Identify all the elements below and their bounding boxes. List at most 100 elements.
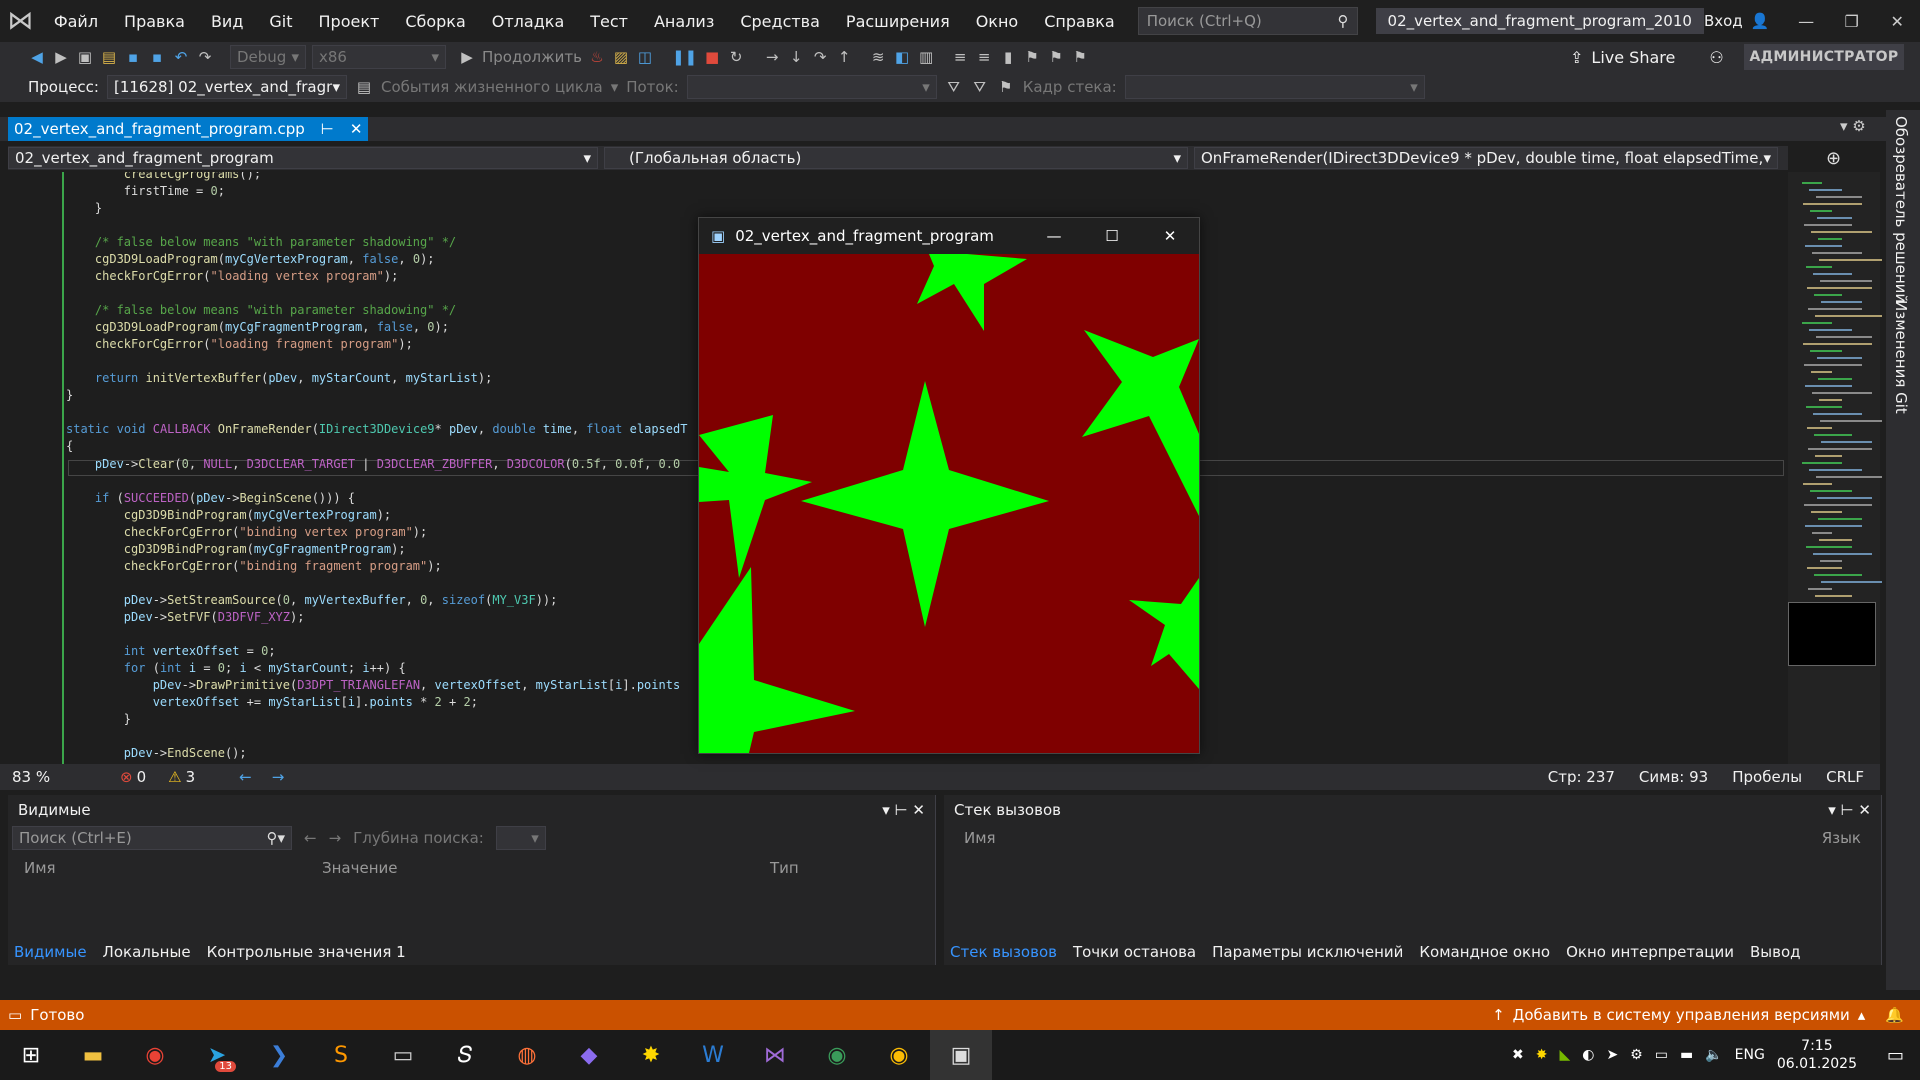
- step-out-icon[interactable]: ↑: [835, 48, 853, 66]
- menu-debug[interactable]: Отладка: [479, 12, 577, 31]
- code-line[interactable]: pDev->Clear(0, NULL, D3DCLEAR_TARGET | D…: [66, 456, 680, 473]
- feedback-icon[interactable]: ⚇: [1709, 48, 1723, 67]
- render-canvas[interactable]: [699, 254, 1199, 753]
- file-explorer-icon[interactable]: ▬: [62, 1030, 124, 1080]
- col-name[interactable]: Имя: [8, 859, 322, 877]
- chrome-icon[interactable]: ◉: [868, 1030, 930, 1080]
- menu-extensions[interactable]: Расширения: [833, 12, 963, 31]
- tab-call-stack[interactable]: Стек вызовов: [944, 943, 1063, 961]
- obsidian-icon[interactable]: ◆: [558, 1030, 620, 1080]
- search-forward-icon[interactable]: →: [329, 829, 342, 847]
- back-icon[interactable]: ◀: [28, 48, 46, 66]
- menu-test[interactable]: Тест: [577, 12, 641, 31]
- restore-button[interactable]: ❐: [1829, 0, 1875, 42]
- code-line[interactable]: vertexOffset += myStarList[i].points * 2…: [66, 694, 478, 711]
- hot-reload-icon[interactable]: ♨: [588, 48, 606, 66]
- running-app-icon[interactable]: ▣: [930, 1030, 992, 1080]
- config-select[interactable]: Debug ▾: [230, 45, 306, 69]
- pause-icon[interactable]: ❚❚: [672, 48, 697, 66]
- menu-file[interactable]: Файл: [41, 12, 111, 31]
- line-ending[interactable]: CRLF: [1826, 768, 1864, 786]
- code-line[interactable]: }: [66, 200, 102, 217]
- terminal-icon[interactable]: ▭: [372, 1030, 434, 1080]
- step-into-icon[interactable]: ↓: [787, 48, 805, 66]
- powershell-icon[interactable]: ❯: [248, 1030, 310, 1080]
- forward-icon[interactable]: ▶: [52, 48, 70, 66]
- bookmark-next-icon[interactable]: ⚑: [1047, 48, 1065, 66]
- code-line[interactable]: checkForCgError("binding vertex program"…: [66, 524, 427, 541]
- firefox-icon[interactable]: ◍: [496, 1030, 558, 1080]
- bookmark-clear-icon[interactable]: ⚑: [1071, 48, 1089, 66]
- chrome-dev-icon[interactable]: ◉: [806, 1030, 868, 1080]
- stackframe-select[interactable]: ▾: [1124, 75, 1425, 99]
- error-count[interactable]: 0: [137, 768, 147, 786]
- code-line[interactable]: return initVertexBuffer(pDev, myStarCoun…: [66, 370, 492, 387]
- line-number[interactable]: Стр: 237: [1548, 768, 1615, 786]
- member-select[interactable]: OnFrameRender(IDirect3DDevice9 * pDev, d…: [1194, 147, 1778, 169]
- outdent-icon[interactable]: ≡: [975, 48, 993, 66]
- scope-select[interactable]: (Глобальная область) ▾: [604, 147, 1188, 169]
- notifications-icon[interactable]: 🔔: [1885, 1006, 1904, 1024]
- threads-icon[interactable]: ≋: [869, 48, 887, 66]
- code-line[interactable]: static void CALLBACK OnFrameRender(IDire…: [66, 421, 687, 438]
- project-select[interactable]: 02_vertex_and_fragment_program ▾: [8, 147, 598, 169]
- code-line[interactable]: checkForCgError("binding fragment progra…: [66, 558, 442, 575]
- menu-analyze[interactable]: Анализ: [641, 12, 727, 31]
- chrome-icon[interactable]: ◉: [124, 1030, 186, 1080]
- app-window-titlebar[interactable]: ▣ 02_vertex_and_fragment_program — ☐ ✕: [699, 218, 1199, 254]
- panel-controls-icon[interactable]: ▾ ⊢ ✕: [882, 801, 925, 819]
- code-line[interactable]: {: [66, 438, 73, 455]
- notification-center-icon[interactable]: ▭: [1887, 1045, 1904, 1066]
- restart-icon[interactable]: ↻: [727, 48, 745, 66]
- column-number[interactable]: Симв: 93: [1639, 768, 1708, 786]
- flag-icon[interactable]: ⚑: [997, 78, 1015, 96]
- code-line[interactable]: /* false below means "with parameter sha…: [66, 302, 456, 319]
- app-maximize-button[interactable]: ☐: [1083, 227, 1141, 245]
- locate-icon[interactable]: ◧: [893, 48, 911, 66]
- menu-build[interactable]: Сборка: [392, 12, 478, 31]
- input-language[interactable]: ENG: [1735, 1047, 1765, 1063]
- filter-clear-icon[interactable]: ⛛: [971, 78, 989, 96]
- tab-solution-explorer[interactable]: Обозреватель решений: [1892, 116, 1910, 303]
- indent-icon[interactable]: ≡: [951, 48, 969, 66]
- process-select[interactable]: [11628] 02_vertex_and_fragment_p▾: [106, 75, 347, 99]
- indentation-mode[interactable]: Пробелы: [1732, 768, 1802, 786]
- sublime-icon[interactable]: S: [310, 1030, 372, 1080]
- menu-edit[interactable]: Правка: [111, 12, 198, 31]
- output-icon[interactable]: ▭: [8, 1006, 22, 1024]
- menu-git[interactable]: Git: [256, 12, 305, 31]
- bookmark-icon[interactable]: ▮: [999, 48, 1017, 66]
- save-all-icon[interactable]: ▪: [148, 48, 166, 66]
- menu-window[interactable]: Окно: [963, 12, 1032, 31]
- tab-overflow-icon[interactable]: ▾ ⚙: [1840, 117, 1866, 135]
- battery-icon[interactable]: ▬: [1680, 1047, 1693, 1063]
- minimize-button[interactable]: —: [1783, 0, 1829, 42]
- lifecycle-events[interactable]: События жизненного цикла: [381, 78, 603, 96]
- tray-telegram-icon[interactable]: ➤: [1606, 1047, 1618, 1063]
- tab-immediate-window[interactable]: Окно интерпретации: [1560, 943, 1740, 961]
- redo-icon[interactable]: ↷: [196, 48, 214, 66]
- tab-command-window[interactable]: Командное окно: [1413, 943, 1556, 961]
- sign-in[interactable]: Вход 👤: [1704, 12, 1783, 30]
- code-line[interactable]: cgD3D9BindProgram(myCgFragmentProgram);: [66, 541, 406, 558]
- menu-tools[interactable]: Средства: [727, 12, 833, 31]
- code-line[interactable]: pDev->DrawPrimitive(D3DPT_TRIANGLEFAN, v…: [66, 677, 680, 694]
- network-icon[interactable]: ▭: [1655, 1047, 1668, 1063]
- close-button[interactable]: ✕: [1874, 0, 1920, 42]
- menu-help[interactable]: Справка: [1031, 12, 1128, 31]
- open-folder-icon[interactable]: ▤: [100, 48, 118, 66]
- minimap-viewport[interactable]: [1788, 602, 1876, 666]
- columns-icon[interactable]: ▥: [917, 48, 935, 66]
- tab-watch-1[interactable]: Контрольные значения 1: [201, 943, 412, 961]
- search-back-icon[interactable]: ←: [304, 829, 317, 847]
- bookmark-prev-icon[interactable]: ⚑: [1023, 48, 1041, 66]
- code-line[interactable]: checkForCgError("loading fragment progra…: [66, 336, 413, 353]
- code-line[interactable]: createCgPrograms();: [66, 172, 261, 183]
- telegram-icon[interactable]: ➤ 13: [186, 1030, 248, 1080]
- steam-icon[interactable]: ⚙: [1630, 1047, 1643, 1063]
- burst-app-icon[interactable]: ✸: [620, 1030, 682, 1080]
- pin-icon[interactable]: ⊢: [321, 120, 334, 138]
- menu-project[interactable]: Проект: [306, 12, 393, 31]
- explorer-icon[interactable]: ▨: [612, 48, 630, 66]
- app-window[interactable]: ▣ 02_vertex_and_fragment_program — ☐ ✕: [698, 217, 1200, 754]
